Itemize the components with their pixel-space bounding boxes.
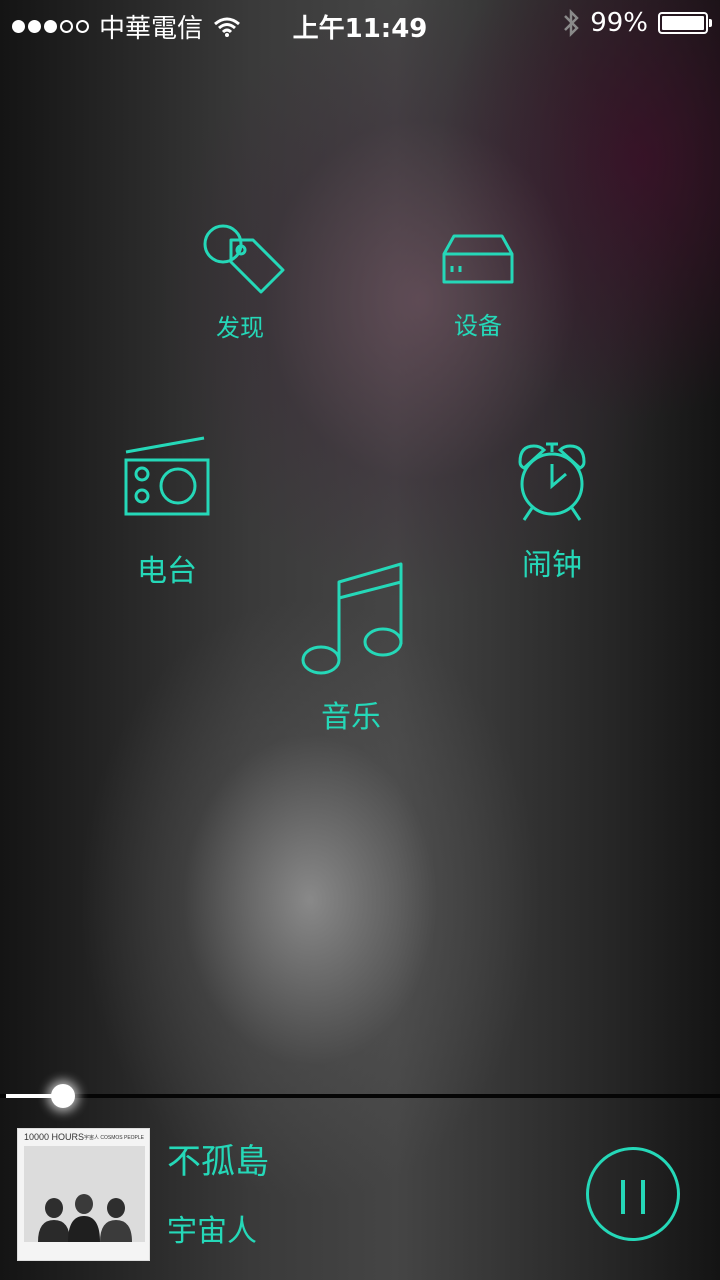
pause-button[interactable] xyxy=(586,1147,680,1241)
artist-name: 宇宙人 xyxy=(167,1214,257,1249)
menu-devices[interactable]: 设备 xyxy=(428,228,528,341)
menu-radio-label: 电台 xyxy=(137,554,197,589)
menu-discover-label: 发现 xyxy=(216,314,264,342)
battery-percent: 99% xyxy=(590,8,648,38)
menu-radio[interactable]: 电台 xyxy=(112,434,222,590)
album-art[interactable]: 10000 HOURS 宇宙人 COSMOS PEOPLE xyxy=(17,1128,150,1261)
song-title: 不孤島 xyxy=(167,1142,269,1182)
menu-alarm[interactable]: 闹钟 xyxy=(497,440,607,584)
battery-icon xyxy=(658,12,712,34)
menu-devices-label: 设备 xyxy=(454,312,502,340)
progress-knob[interactable] xyxy=(51,1084,75,1108)
status-right: 99% xyxy=(562,8,712,38)
progress-track[interactable] xyxy=(0,1094,720,1098)
radio-icon xyxy=(124,436,210,516)
menu-discover[interactable]: 发现 xyxy=(190,222,290,343)
album-title-text: 10000 HOURS xyxy=(24,1132,85,1142)
pause-icon xyxy=(621,1180,625,1214)
album-subtitle-text: 宇宙人 COSMOS PEOPLE xyxy=(84,1135,145,1141)
bluetooth-icon xyxy=(564,8,579,38)
pause-icon-bar xyxy=(641,1180,645,1214)
alarm-clock-icon xyxy=(518,442,586,521)
music-note-icon xyxy=(301,562,403,675)
tag-icon xyxy=(203,224,285,294)
menu-music[interactable]: 音乐 xyxy=(296,560,406,736)
status-bar: 中華電信 上午11:49 99% xyxy=(0,0,720,48)
menu-music-label: 音乐 xyxy=(321,700,381,735)
menu-alarm-label: 闹钟 xyxy=(522,548,582,583)
device-box-icon xyxy=(442,234,514,284)
album-photo xyxy=(24,1146,145,1242)
